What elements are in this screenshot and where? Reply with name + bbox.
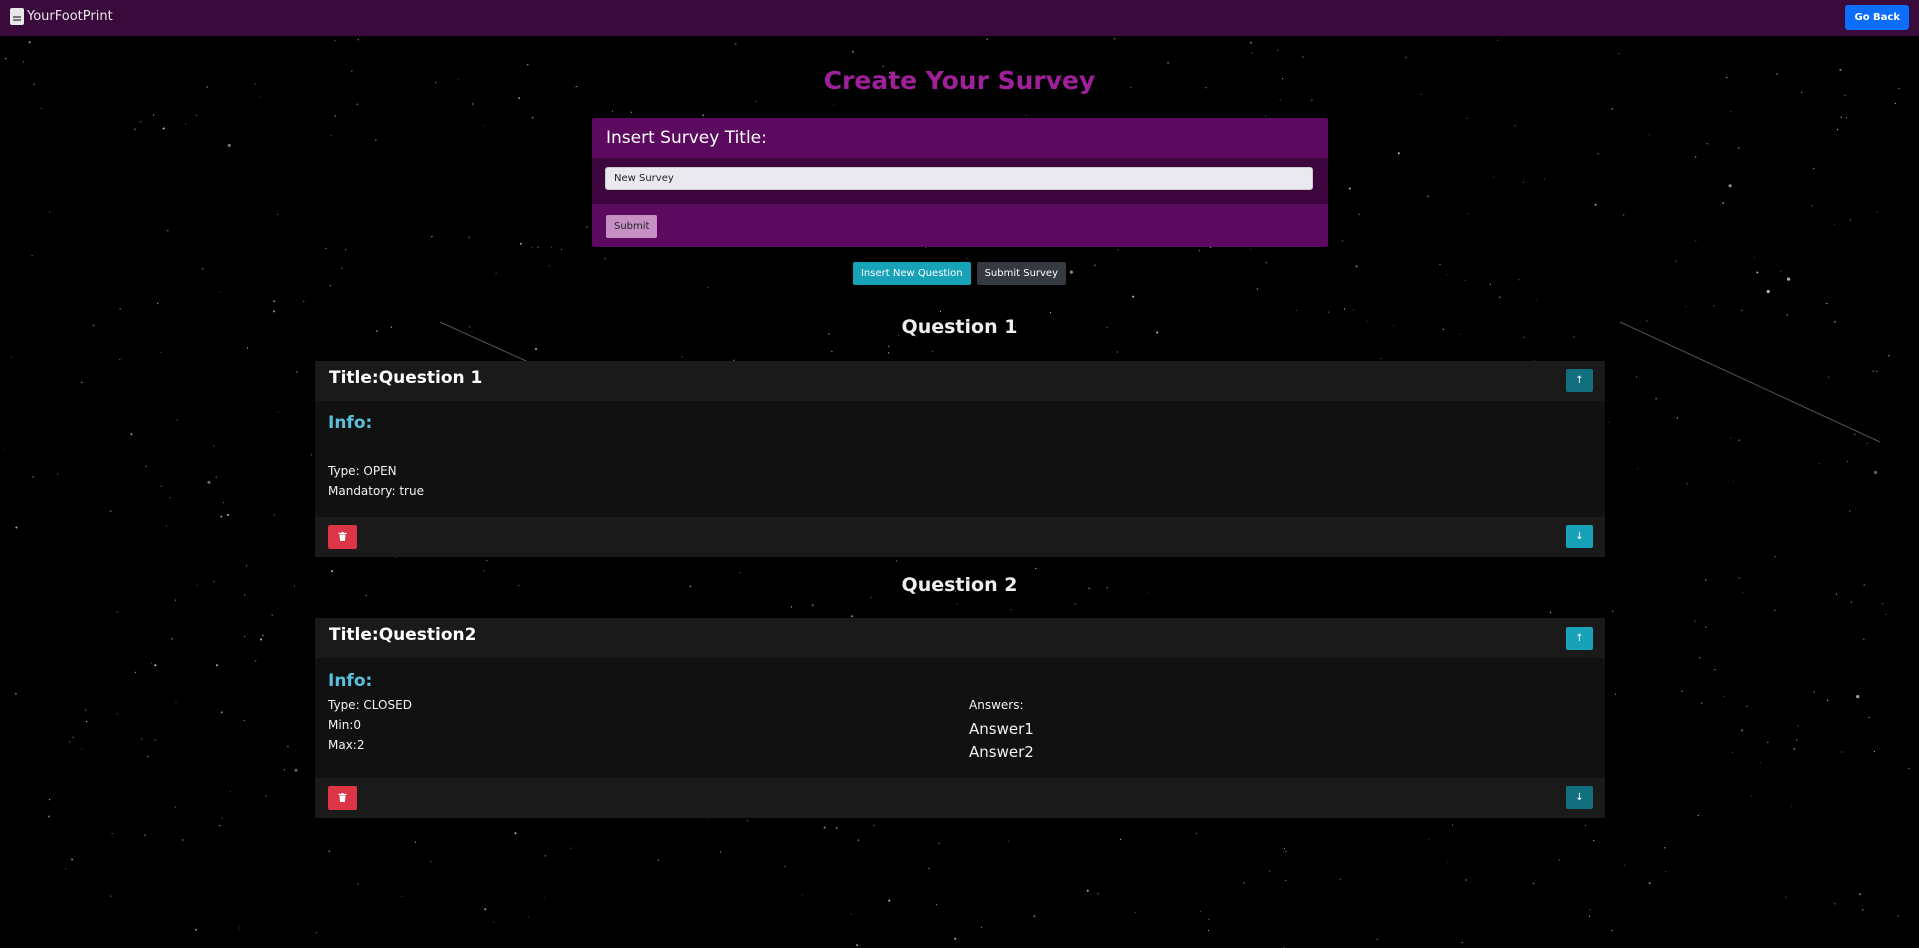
survey-title-card-header: Insert Survey Title: bbox=[606, 128, 767, 148]
survey-title-input[interactable] bbox=[605, 167, 1313, 190]
question-1-header: Title:Question 1 ↑ bbox=[315, 361, 1605, 401]
question-2-header: Title:Question2 ↑ bbox=[315, 618, 1605, 658]
brand-name: YourFootPrint bbox=[27, 9, 113, 24]
question-2-info-label: Info: bbox=[328, 671, 373, 691]
question-2-heading: Question 2 bbox=[901, 574, 1018, 596]
document-logo-icon bbox=[10, 8, 24, 25]
question-2-max: Max:2 bbox=[328, 738, 365, 752]
question-1-title: Title:Question 1 bbox=[329, 368, 483, 388]
arrow-up-icon: ↑ bbox=[1575, 633, 1584, 644]
page-title: Create Your Survey bbox=[823, 66, 1096, 95]
trash-icon bbox=[338, 792, 347, 802]
question-2-footer: ↓ bbox=[315, 778, 1605, 818]
trash-icon bbox=[338, 531, 347, 541]
answer-item: Answer2 bbox=[969, 743, 1034, 761]
delete-question-button[interactable] bbox=[328, 525, 357, 549]
question-1-card: Title:Question 1 ↑ Info: Type: OPEN Mand… bbox=[315, 361, 1605, 557]
submit-title-button[interactable]: Submit bbox=[606, 215, 658, 238]
brand[interactable]: YourFootPrint bbox=[10, 8, 113, 25]
survey-actions: Insert New Question Submit Survey bbox=[0, 262, 1919, 285]
question-1-type: Type: OPEN bbox=[328, 464, 397, 478]
submit-survey-button[interactable]: Submit Survey bbox=[976, 262, 1066, 285]
insert-new-question-button[interactable]: Insert New Question bbox=[852, 262, 971, 285]
question-1-heading: Question 1 bbox=[901, 316, 1018, 338]
move-down-button[interactable]: ↓ bbox=[1566, 525, 1593, 548]
delete-question-button[interactable] bbox=[328, 786, 357, 810]
question-2-min: Min:0 bbox=[328, 718, 361, 732]
arrow-up-icon: ↑ bbox=[1575, 375, 1584, 386]
question-2-type: Type: CLOSED bbox=[328, 698, 412, 712]
answer-item: Answer1 bbox=[969, 720, 1034, 738]
navbar: YourFootPrint Go Back bbox=[0, 0, 1919, 36]
move-up-button[interactable]: ↑ bbox=[1566, 627, 1593, 650]
question-1-mandatory: Mandatory: true bbox=[328, 484, 424, 498]
question-2-answers-label: Answers: bbox=[969, 698, 1024, 712]
move-up-button[interactable]: ↑ bbox=[1566, 369, 1593, 392]
arrow-down-icon: ↓ bbox=[1575, 792, 1584, 803]
go-back-button[interactable]: Go Back bbox=[1845, 5, 1909, 30]
survey-title-card-body bbox=[592, 158, 1328, 204]
move-down-button[interactable]: ↓ bbox=[1566, 786, 1593, 809]
question-2-card: Title:Question2 ↑ Info: Type: CLOSED Min… bbox=[315, 618, 1605, 818]
question-2-title: Title:Question2 bbox=[329, 625, 477, 645]
survey-title-card: Insert Survey Title: Submit bbox=[592, 118, 1328, 247]
question-1-info-label: Info: bbox=[328, 413, 373, 433]
arrow-down-icon: ↓ bbox=[1575, 531, 1584, 542]
question-1-footer: ↓ bbox=[315, 517, 1605, 557]
